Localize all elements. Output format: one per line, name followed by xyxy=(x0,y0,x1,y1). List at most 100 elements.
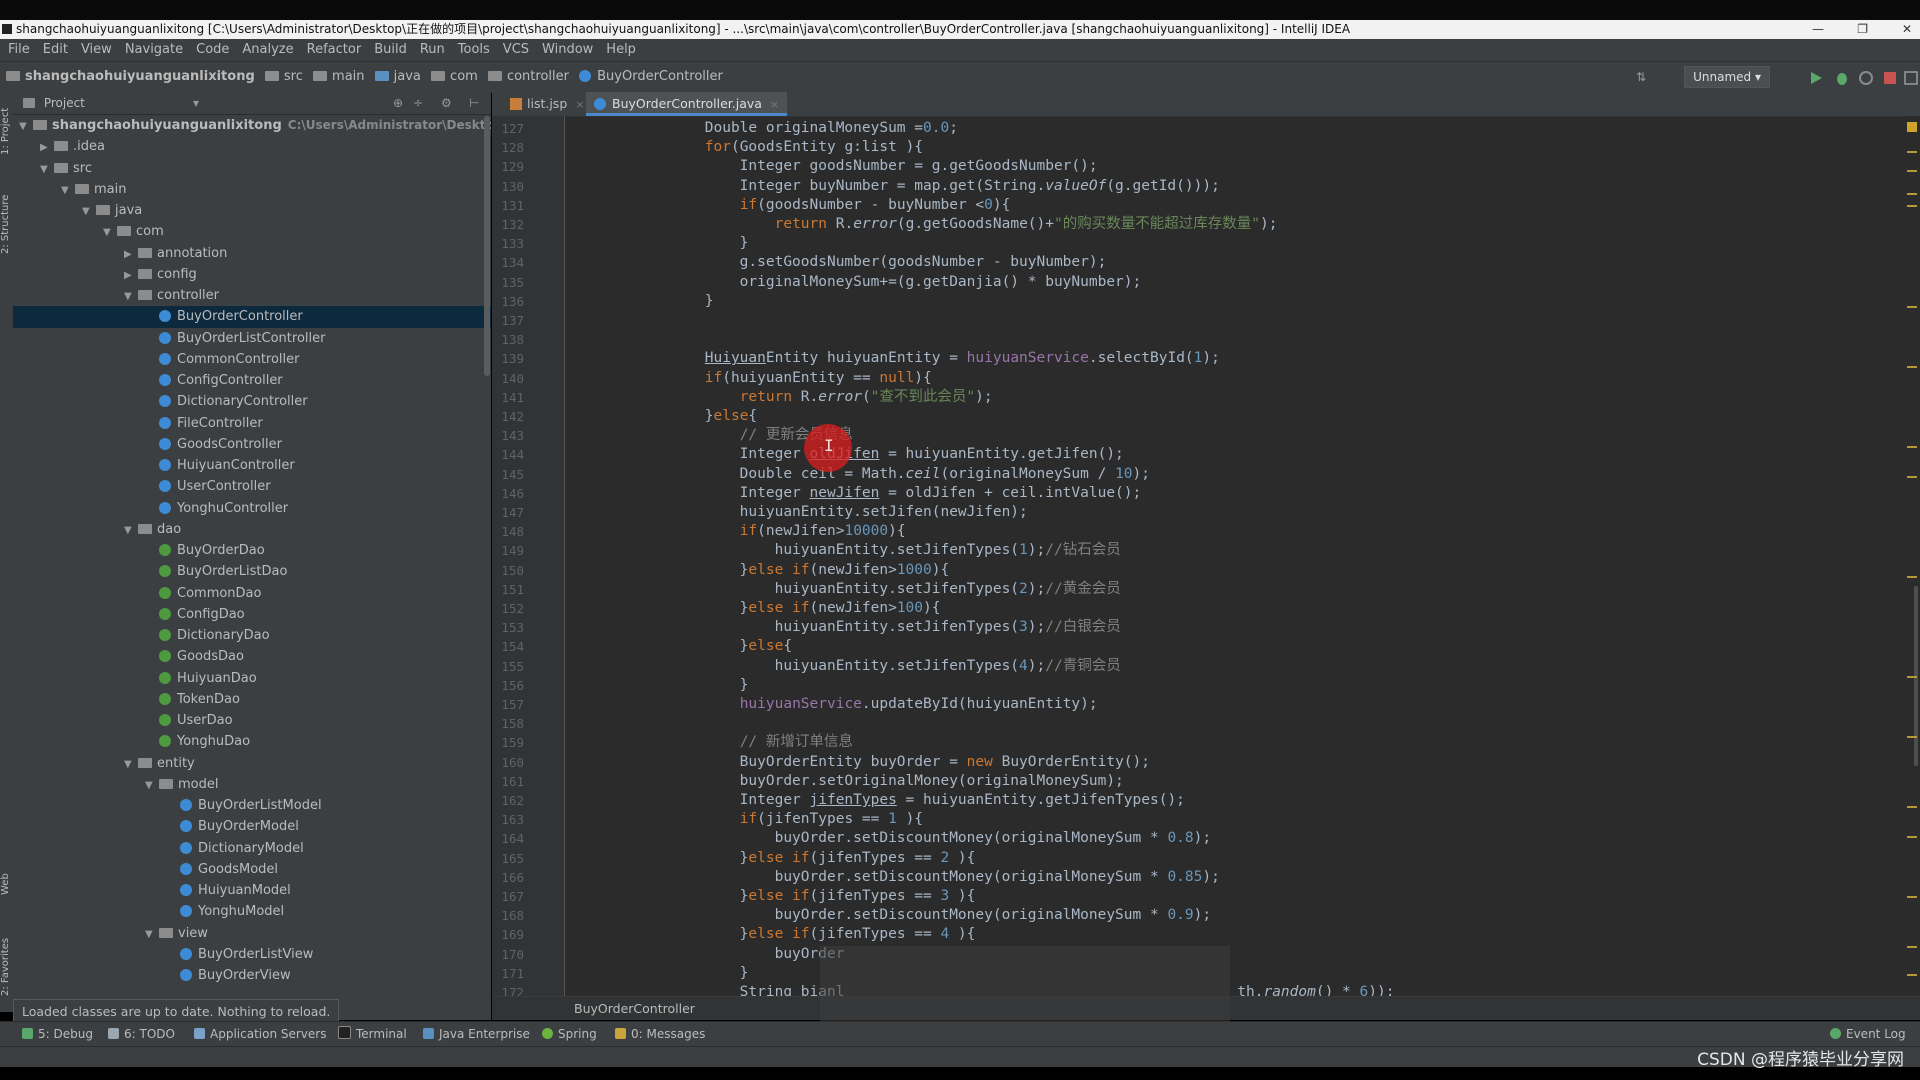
tree-item[interactable]: ▼ model xyxy=(13,774,491,795)
code-line[interactable]: buyOrder.setDiscountMoney(originalMoneyS… xyxy=(600,906,1212,925)
tree-item[interactable]: ▼ com xyxy=(13,221,491,242)
tree-item[interactable]: CommonController xyxy=(13,349,491,370)
expand-arrow-icon[interactable]: ▼ xyxy=(61,180,75,201)
tree-item[interactable]: CommonDao xyxy=(13,583,491,604)
tree-item[interactable]: BuyOrderController xyxy=(13,306,491,328)
tree-item[interactable]: YonghuModel xyxy=(13,901,491,922)
code-line[interactable]: Integer oldJifen = huiyuanEntity.getJife… xyxy=(600,445,1124,464)
crumb-java[interactable]: java xyxy=(374,62,421,92)
debug-icon[interactable] xyxy=(1834,68,1850,85)
inspection-warning-icon[interactable] xyxy=(1907,122,1917,132)
code-area[interactable]: Double originalMoneySum =0.0; for(GoodsE… xyxy=(564,116,1894,1000)
warning-marker[interactable] xyxy=(1907,806,1917,808)
tree-item[interactable]: GoodsModel xyxy=(13,859,491,880)
code-line[interactable]: huiyuanEntity.setJifen(newJifen); xyxy=(600,503,1028,522)
code-line[interactable]: buyOrder xyxy=(600,945,845,964)
warning-marker[interactable] xyxy=(1907,576,1917,578)
menu-build[interactable]: Build xyxy=(374,39,407,61)
tree-item[interactable]: ▶ annotation xyxy=(13,243,491,264)
code-line[interactable]: if(goodsNumber - buyNumber <0){ xyxy=(600,196,1011,215)
tree-item[interactable]: GoodsDao xyxy=(13,646,491,667)
maximize-icon[interactable]: ❐ xyxy=(1857,20,1868,39)
project-tool-tab[interactable]: 1: Project xyxy=(0,96,13,166)
code-line[interactable]: if(jifenTypes == 1 ){ xyxy=(600,810,923,829)
tree-item[interactable]: ConfigController xyxy=(13,370,491,391)
warning-marker[interactable] xyxy=(1907,676,1917,678)
stop-icon[interactable] xyxy=(1882,68,1898,84)
code-line[interactable]: HuiyuanEntity huiyuanEntity = huiyuanSer… xyxy=(600,349,1220,368)
crumb-project[interactable]: shangchaohuiyuanguanlixitong xyxy=(6,62,255,92)
tree-item[interactable]: ▼ view xyxy=(13,923,491,944)
warning-marker[interactable] xyxy=(1907,446,1917,448)
expand-arrow-icon[interactable]: ▼ xyxy=(82,201,96,222)
code-line[interactable]: // 新增订单信息 xyxy=(600,733,853,752)
tree-item[interactable]: YonghuDao xyxy=(13,731,491,752)
menu-edit[interactable]: Edit xyxy=(43,39,68,61)
tree-item[interactable]: ▶ .idea xyxy=(13,136,491,157)
code-line[interactable]: }else if(newJifen>1000){ xyxy=(600,561,950,580)
code-line[interactable]: buyOrder.setDiscountMoney(originalMoneyS… xyxy=(600,829,1212,848)
code-line[interactable]: huiyuanEntity.setJifenTypes(2);//黄金会员 xyxy=(600,580,1121,599)
code-line[interactable]: Integer goodsNumber = g.getGoodsNumber()… xyxy=(600,157,1098,176)
tree-item[interactable]: BuyOrderView xyxy=(13,965,491,986)
tree-item[interactable]: UserDao xyxy=(13,710,491,731)
code-line[interactable]: originalMoneySum+=(g.getDanjia() * buyNu… xyxy=(600,273,1142,292)
code-line[interactable]: for(GoodsEntity g:list ){ xyxy=(600,138,923,157)
java-enterprise-tool-button[interactable]: Java Enterprise xyxy=(423,1022,530,1047)
spring-tool-button[interactable]: Spring xyxy=(542,1022,597,1047)
menu-run[interactable]: Run xyxy=(420,39,445,61)
code-line[interactable]: } xyxy=(600,234,749,253)
code-line[interactable]: } xyxy=(600,292,714,311)
menu-vcs[interactable]: VCS xyxy=(503,39,529,61)
tree-item[interactable]: YonghuController xyxy=(13,498,491,519)
code-line[interactable]: }else if(jifenTypes == 2 ){ xyxy=(600,849,976,868)
code-line[interactable]: huiyuanEntity.setJifenTypes(1);//钻石会员 xyxy=(600,541,1121,560)
warning-marker[interactable] xyxy=(1907,736,1917,738)
code-line[interactable]: g.setGoodsNumber(goodsNumber - buyNumber… xyxy=(600,253,1107,272)
coverage-icon[interactable] xyxy=(1858,68,1874,85)
event-log-button[interactable]: Event Log xyxy=(1830,1022,1906,1047)
expand-arrow-icon[interactable]: ▼ xyxy=(103,222,117,243)
tree-item[interactable]: BuyOrderModel xyxy=(13,816,491,837)
collapse-arrow-icon[interactable]: ▶ xyxy=(124,265,138,286)
tree-item[interactable]: ▼ entity xyxy=(13,753,491,774)
settings-gear-icon[interactable]: ⚙ xyxy=(441,92,452,114)
warning-marker[interactable] xyxy=(1907,306,1917,308)
code-line[interactable]: huiyuanEntity.setJifenTypes(3);//白银会员 xyxy=(600,618,1121,637)
menu-view[interactable]: View xyxy=(81,39,112,61)
tree-item[interactable]: BuyOrderDao xyxy=(13,540,491,561)
tree-item[interactable]: ▼ shangchaohuiyuanguanlixitong C:\Users\Ad… xyxy=(13,115,491,136)
expand-arrow-icon[interactable]: ▼ xyxy=(19,116,33,137)
code-line[interactable]: Double ceil = Math.ceil(originalMoneySum… xyxy=(600,465,1150,484)
code-line[interactable]: Double originalMoneySum =0.0; xyxy=(600,119,958,138)
warning-marker[interactable] xyxy=(1907,170,1917,172)
tree-item[interactable]: BuyOrderListModel xyxy=(13,795,491,816)
menu-analyze[interactable]: Analyze xyxy=(242,39,293,61)
warning-marker[interactable] xyxy=(1907,205,1917,207)
menu-file[interactable]: File xyxy=(8,39,30,61)
tree-item[interactable]: ▼ controller xyxy=(13,285,491,306)
code-line[interactable]: } xyxy=(600,964,749,983)
crumb-src[interactable]: src xyxy=(264,62,303,92)
expand-arrow-icon[interactable]: ▼ xyxy=(124,754,138,775)
warning-marker[interactable] xyxy=(1907,836,1917,838)
tree-item[interactable]: GoodsController xyxy=(13,434,491,455)
menu-tools[interactable]: Tools xyxy=(458,39,490,61)
tree-item[interactable]: ▼ java xyxy=(13,200,491,221)
tree-item[interactable]: TokenDao xyxy=(13,689,491,710)
tree-item[interactable]: BuyOrderListController xyxy=(13,328,491,349)
menu-code[interactable]: Code xyxy=(196,39,229,61)
warning-marker[interactable] xyxy=(1907,193,1917,195)
collapse-arrow-icon[interactable]: ▶ xyxy=(124,244,138,265)
messages-tool-button[interactable]: 0: Messages xyxy=(615,1022,705,1047)
code-line[interactable]: }else if(jifenTypes == 3 ){ xyxy=(600,887,976,906)
code-line[interactable]: buyOrder.setDiscountMoney(originalMoneyS… xyxy=(600,868,1220,887)
tree-item[interactable]: HuiyuanDao xyxy=(13,668,491,689)
code-line[interactable]: return R.error(g.getGoodsName()+"的购买数量不能… xyxy=(600,215,1278,234)
expand-arrow-icon[interactable]: ▼ xyxy=(145,775,159,796)
code-line[interactable]: if(huiyuanEntity == null){ xyxy=(600,369,932,388)
tree-item[interactable]: UserController xyxy=(13,476,491,497)
code-line[interactable]: Integer buyNumber = map.get(String.value… xyxy=(600,177,1220,196)
code-line[interactable]: Integer newJifen = oldJifen + ceil.intVa… xyxy=(600,484,1142,503)
code-line[interactable]: huiyuanService.updateById(huiyuanEntity)… xyxy=(600,695,1098,714)
